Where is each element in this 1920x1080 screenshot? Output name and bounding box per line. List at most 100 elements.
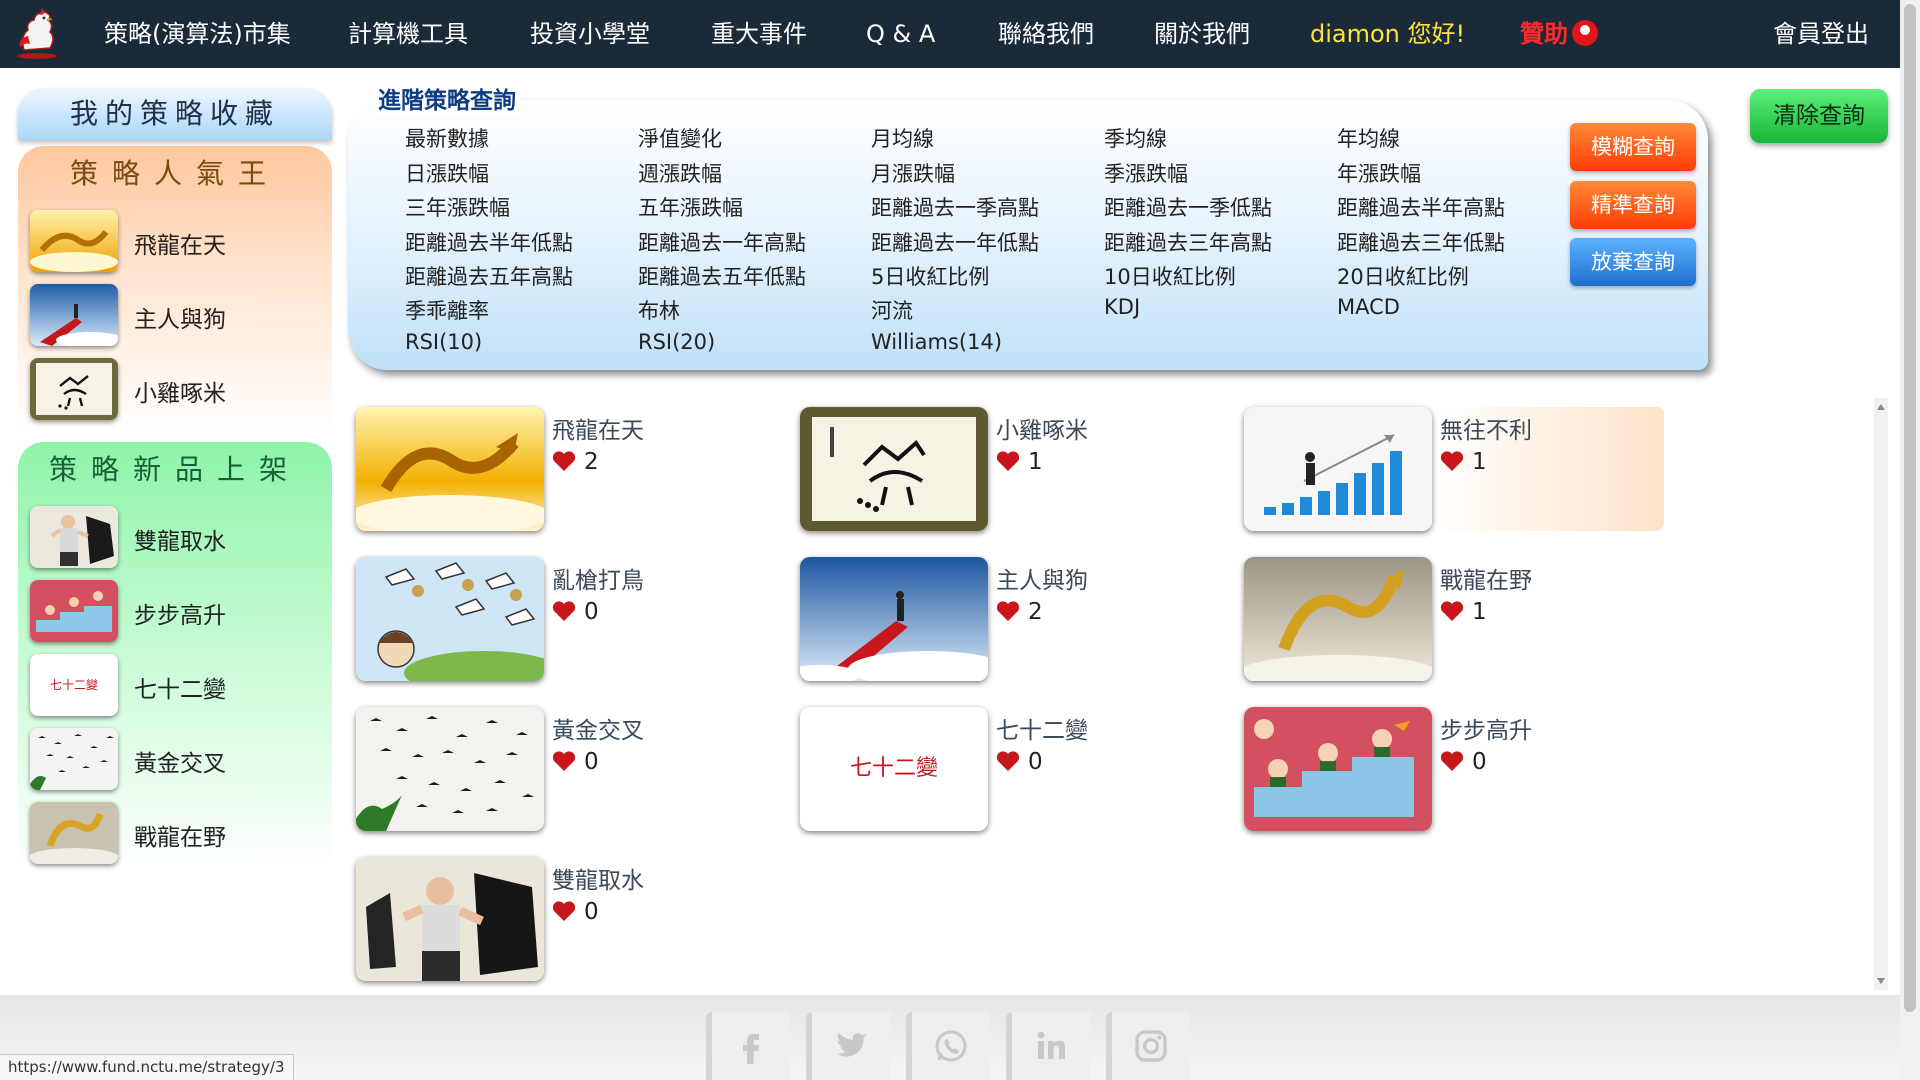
scroll-up-icon[interactable] (1877, 404, 1885, 410)
query-filter-item[interactable]: 月漲跌幅 (871, 158, 955, 188)
query-filter-item[interactable]: 日漲跌幅 (405, 158, 489, 188)
query-filter-item[interactable]: 週漲跌幅 (638, 158, 722, 188)
kungfu-master-icon (30, 506, 118, 568)
chick-calligraphy-icon (800, 407, 988, 531)
like-count: 1 (1440, 449, 1487, 475)
query-filter-item[interactable]: 月均線 (871, 123, 934, 153)
logout-link[interactable]: 會員登出 (1773, 18, 1869, 50)
nav-investing-school[interactable]: 投資小學堂 (530, 18, 650, 50)
facebook-icon[interactable] (706, 1012, 790, 1080)
nav-sponsor[interactable]: 贊助 (1520, 18, 1598, 50)
like-count: 2 (996, 599, 1043, 625)
query-filter-item[interactable]: 距離過去半年高點 (1337, 192, 1505, 222)
twitter-icon[interactable] (806, 1012, 890, 1080)
nav-about-us[interactable]: 關於我們 (1154, 18, 1250, 50)
query-filter-item[interactable]: 距離過去一季高點 (871, 192, 1039, 222)
strategy-card[interactable]: 飛龍在天 2 (356, 407, 686, 537)
page-scrollbar[interactable] (1900, 0, 1920, 1080)
query-filter-item[interactable]: 五年漲跌幅 (638, 192, 743, 222)
linkedin-icon[interactable] (1006, 1012, 1090, 1080)
strategy-card[interactable]: 無往不利 1 (1244, 407, 1664, 537)
like-count: 0 (552, 899, 599, 925)
new-item-72-transformations[interactable]: 七十二變 七十二變 (30, 654, 330, 718)
query-filter-item[interactable]: 距離過去五年高點 (405, 261, 573, 291)
query-filter-item[interactable]: 10日收紅比例 (1104, 261, 1236, 291)
strategy-card[interactable]: 戰龍在野 1 (1244, 557, 1574, 687)
grid-scrollbar[interactable] (1874, 398, 1888, 990)
my-favorites-button[interactable]: 我的策略收藏 (18, 88, 332, 140)
text-tile-icon: 七十二變 (800, 707, 988, 831)
strategy-card[interactable]: 步步高升 0 (1244, 707, 1574, 837)
query-filter-item[interactable]: 年均線 (1337, 123, 1400, 153)
query-filter-item[interactable]: 三年漲跌幅 (405, 192, 510, 222)
like-count-value: 1 (1472, 449, 1487, 475)
query-filter-item[interactable]: KDJ (1104, 295, 1140, 319)
query-filter-item[interactable]: 20日收紅比例 (1337, 261, 1469, 291)
new-item-battle-dragon[interactable]: 戰龍在野 (30, 802, 330, 866)
query-filter-item[interactable]: 距離過去一年高點 (638, 227, 806, 257)
user-greeting[interactable]: diamon 您好! (1310, 18, 1465, 50)
like-count: 0 (552, 599, 599, 625)
query-filter-item[interactable]: 布林 (638, 295, 680, 325)
instagram-icon[interactable] (1106, 1012, 1190, 1080)
query-filter-item[interactable]: 距離過去一年低點 (871, 227, 1039, 257)
strategy-card[interactable]: 雙龍取水 0 (356, 857, 686, 987)
popular-item-flying-dragon[interactable]: 飛龍在天 (30, 210, 330, 274)
query-filter-item[interactable]: 距離過去三年低點 (1337, 227, 1505, 257)
query-filter-item[interactable]: 5日收紅比例 (871, 261, 989, 291)
new-item-golden-cross[interactable]: 黃金交叉 (30, 728, 330, 792)
exact-query-button[interactable]: 精準查詢 (1570, 181, 1696, 229)
kungfu-master-icon (356, 857, 544, 981)
new-item-step-by-step[interactable]: 步步高升 (30, 580, 330, 644)
text-tile-label: 七十二變 (849, 756, 938, 781)
query-filter-item[interactable]: 距離過去五年低點 (638, 261, 806, 291)
rooster-logo-icon[interactable] (14, 6, 60, 62)
golden-dragon-clouds-icon (1244, 557, 1432, 681)
strategy-name: 步步高升 (1440, 718, 1532, 744)
new-strategies-title: 策略新品上架 (48, 453, 301, 486)
cancel-query-button[interactable]: 放棄查詢 (1570, 238, 1696, 286)
heart-icon (1440, 751, 1464, 771)
query-filter-item[interactable]: 淨值變化 (638, 123, 722, 153)
kids-on-steps-icon (1244, 707, 1432, 831)
query-filter-item[interactable]: Williams(14) (871, 330, 1002, 354)
new-item-twin-dragons[interactable]: 雙龍取水 (30, 506, 330, 570)
nav-calculator-tools[interactable]: 計算機工具 (348, 18, 468, 50)
like-count-value: 1 (1028, 449, 1043, 475)
query-filter-item[interactable]: 最新數據 (405, 123, 489, 153)
nav-qa[interactable]: Q & A (866, 18, 935, 50)
query-filter-item[interactable]: RSI(20) (638, 330, 715, 354)
like-count: 0 (552, 749, 599, 775)
new-strategies-panel: 策略新品上架 雙龍取水 步步高升 七十二變 七十二變 黃金交叉 戰龍在野 (18, 442, 332, 872)
fuzzy-query-button[interactable]: 模糊查詢 (1570, 123, 1696, 171)
query-filter-item[interactable]: 年漲跌幅 (1337, 158, 1421, 188)
strategy-card[interactable]: 亂槍打鳥 0 (356, 557, 686, 687)
query-filter-item[interactable]: 距離過去半年低點 (405, 227, 573, 257)
strategy-name: 主人與狗 (996, 568, 1088, 594)
nav-major-events[interactable]: 重大事件 (711, 18, 807, 50)
query-filter-item[interactable]: RSI(10) (405, 330, 482, 354)
birds-flock-icon (356, 707, 544, 831)
like-count: 1 (1440, 599, 1487, 625)
query-filter-item[interactable]: 距離過去三年高點 (1104, 227, 1272, 257)
query-filter-item[interactable]: 季均線 (1104, 123, 1167, 153)
query-filter-item[interactable]: 季漲跌幅 (1104, 158, 1188, 188)
clear-query-button[interactable]: 清除查詢 (1750, 89, 1888, 143)
query-filter-item[interactable]: MACD (1337, 295, 1400, 319)
strategy-card[interactable]: 黃金交叉 0 (356, 707, 686, 837)
strategy-card[interactable]: 主人與狗 2 (800, 557, 1130, 687)
popular-item-chick-pecking[interactable]: 小雞啄米 (30, 358, 330, 422)
nav-strategy-market[interactable]: 策略(演算法)市集 (104, 18, 291, 50)
nav-contact-us[interactable]: 聯絡我們 (998, 18, 1094, 50)
page-scrollbar-thumb[interactable] (1904, 4, 1916, 1012)
query-filter-item[interactable]: 河流 (871, 295, 913, 325)
golden-dragon-icon (30, 210, 118, 272)
scroll-down-icon[interactable] (1877, 978, 1885, 984)
whatsapp-icon[interactable] (906, 1012, 990, 1080)
strategy-card[interactable]: 小雞啄米 1 (800, 407, 1130, 537)
strategy-card[interactable]: 七十二變 七十二變 0 (800, 707, 1130, 837)
popular-item-master-and-dog[interactable]: 主人與狗 (30, 284, 330, 348)
query-filter-item[interactable]: 距離過去一季低點 (1104, 192, 1272, 222)
text-tile-label: 七十二變 (49, 678, 98, 692)
query-filter-item[interactable]: 季乖離率 (405, 295, 489, 325)
